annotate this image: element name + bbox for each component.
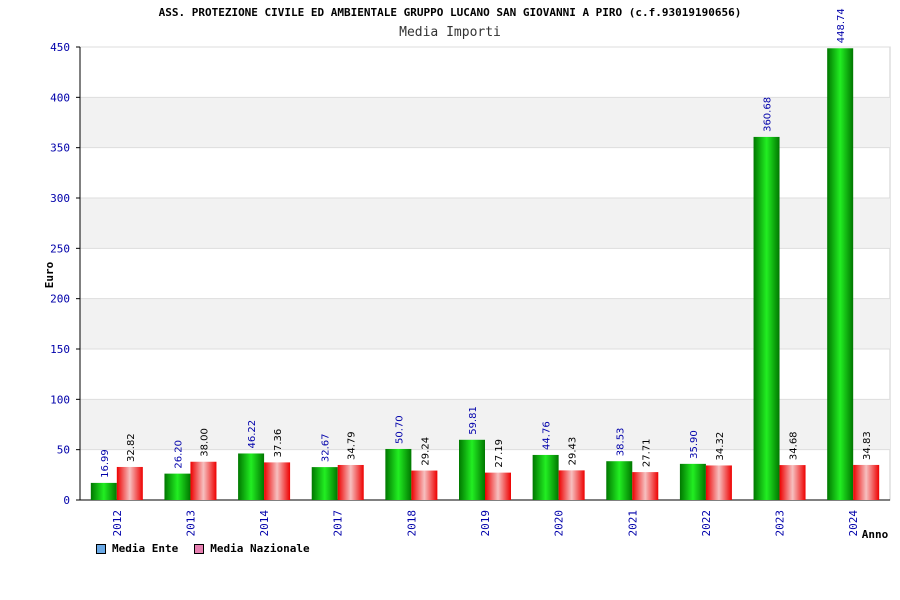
bar-media-ente xyxy=(90,482,117,500)
bar-media-nazionale xyxy=(705,465,732,500)
value-label-ente: 50.70 xyxy=(394,415,405,444)
bar-media-nazionale xyxy=(485,472,511,500)
x-tick-label: 2017 xyxy=(332,510,345,537)
y-tick-label: 450 xyxy=(50,41,70,54)
bar-media-nazionale xyxy=(337,464,364,500)
y-tick-label: 250 xyxy=(50,242,70,255)
bar-media-ente xyxy=(164,473,191,500)
bar-media-ente xyxy=(827,48,854,500)
y-tick-label: 200 xyxy=(50,293,70,306)
value-label-nazionale: 34.83 xyxy=(862,431,873,460)
bar-media-nazionale xyxy=(116,466,143,500)
y-tick-label: 0 xyxy=(63,494,70,507)
value-label-ente: 44.76 xyxy=(542,421,553,450)
x-tick-label: 2012 xyxy=(111,510,124,537)
value-label-ente: 59.81 xyxy=(468,406,479,435)
bar-media-ente xyxy=(238,453,265,500)
value-label-nazionale: 34.68 xyxy=(789,431,800,460)
bar-media-ente xyxy=(459,439,485,500)
y-tick-label: 350 xyxy=(50,142,70,155)
legend-swatch-nazionale xyxy=(194,543,205,554)
bar-media-ente xyxy=(679,463,706,500)
value-label-nazionale: 38.00 xyxy=(199,428,210,457)
value-label-ente: 16.99 xyxy=(100,449,111,478)
bar-media-nazionale xyxy=(632,472,659,500)
y-tick-label: 150 xyxy=(50,343,70,356)
bar-media-nazionale xyxy=(411,470,438,500)
chart-svg: 0 50 100 150 200 250 300 350 400 450 Euro Anno 16.9… xyxy=(43,8,891,541)
value-label-ente: 38.53 xyxy=(615,428,626,457)
x-tick-label: 2021 xyxy=(626,510,639,537)
value-label-ente: 26.20 xyxy=(173,440,184,469)
value-label-nazionale: 27.19 xyxy=(494,439,505,468)
bar-media-nazionale xyxy=(779,465,806,500)
y-tick-label: 400 xyxy=(50,91,70,104)
legend-label-nazionale: Media Nazionale xyxy=(210,542,310,555)
legend-label-ente: Media Ente xyxy=(112,542,179,555)
bar-media-ente xyxy=(606,461,633,500)
legend-item-nazionale: Media Nazionale xyxy=(194,542,310,555)
value-label-ente: 35.90 xyxy=(689,430,700,459)
value-label-ente: 360.68 xyxy=(763,97,774,132)
x-tick-label: 2014 xyxy=(258,510,271,537)
chart-root: ASS. PROTEZIONE CIVILE ED AMBIENTALE GRU… xyxy=(0,0,900,600)
x-tick-label: 2022 xyxy=(700,510,713,537)
bar-media-nazionale xyxy=(190,461,217,500)
x-tick-label: 2023 xyxy=(774,510,787,537)
x-tick-label: 2018 xyxy=(405,510,418,537)
legend: Media Ente Media Nazionale xyxy=(96,542,310,555)
y-tick-label: 100 xyxy=(50,393,70,406)
value-label-nazionale: 34.79 xyxy=(347,431,358,460)
legend-item-ente: Media Ente xyxy=(96,542,178,555)
bar-media-nazionale xyxy=(558,470,585,500)
legend-swatch-ente xyxy=(96,543,106,554)
y-axis-label: Euro xyxy=(43,261,56,288)
x-tick-label: 2019 xyxy=(479,510,492,537)
x-tick-label: 2020 xyxy=(553,510,566,537)
value-label-nazionale: 32.82 xyxy=(126,433,137,462)
bar-media-ente xyxy=(753,136,780,500)
y-tick-label: 50 xyxy=(57,444,70,457)
value-label-nazionale: 34.32 xyxy=(715,432,726,461)
bar-media-nazionale xyxy=(264,462,291,500)
x-tick-label: 2024 xyxy=(847,510,860,537)
x-tick-label: 2013 xyxy=(184,510,197,537)
x-axis-label: Anno xyxy=(862,528,889,541)
value-label-ente: 32.67 xyxy=(321,433,332,462)
value-label-nazionale: 29.43 xyxy=(568,437,579,466)
y-tick-label: 300 xyxy=(50,192,70,205)
value-label-ente: 448.74 xyxy=(836,8,847,43)
value-label-nazionale: 27.71 xyxy=(641,438,652,467)
bar-media-nazionale xyxy=(853,464,880,500)
bar-media-ente xyxy=(311,467,338,500)
value-label-ente: 46.22 xyxy=(247,420,258,449)
bar-media-ente xyxy=(385,448,412,500)
bar-media-ente xyxy=(532,454,559,500)
value-label-nazionale: 29.24 xyxy=(420,437,431,466)
value-label-nazionale: 37.36 xyxy=(273,429,284,458)
